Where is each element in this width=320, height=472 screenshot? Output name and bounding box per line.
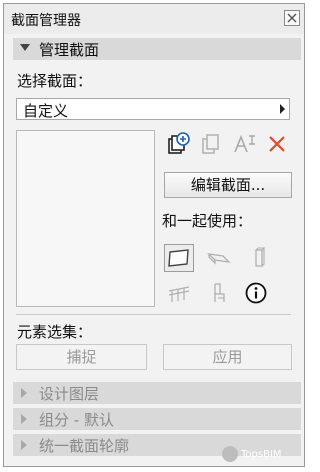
section-header-design-layer[interactable]: 设计图层: [13, 382, 301, 404]
section-header-components[interactable]: 组分 - 默认: [13, 408, 301, 430]
expand-right-icon: [21, 440, 27, 450]
section-dropdown[interactable]: 自定义: [16, 98, 290, 120]
section-header-label: 设计图层: [39, 385, 100, 403]
watermark-logo-icon: [222, 446, 238, 462]
section-header-label: 管理截面: [39, 41, 100, 59]
duplicate-icon[interactable]: [199, 132, 223, 156]
section-header-label: 统一截面轮廓: [39, 437, 130, 455]
window-title: 截面管理器: [11, 13, 81, 29]
railing-icon[interactable]: [167, 281, 191, 305]
watermark-text: TopsBIM: [241, 449, 282, 460]
delete-icon[interactable]: [265, 132, 289, 156]
close-icon[interactable]: [284, 10, 300, 26]
column-icon[interactable]: [247, 246, 271, 270]
divider: [16, 314, 291, 315]
expand-down-icon: [20, 44, 30, 51]
rename-icon[interactable]: [232, 132, 256, 156]
edit-section-button[interactable]: 编辑截面...: [164, 172, 292, 198]
expand-right-icon: [21, 414, 27, 424]
dropdown-value: 自定义: [23, 102, 69, 120]
select-section-label: 选择截面：: [17, 72, 93, 90]
section-header-label: 组分 - 默认: [39, 411, 114, 429]
wall-icon[interactable]: [164, 244, 194, 272]
chair-icon[interactable]: [207, 281, 231, 305]
capture-button[interactable]: 捕捉: [16, 344, 147, 370]
title-bar[interactable]: 截面管理器: [4, 4, 304, 34]
info-icon[interactable]: [244, 281, 268, 305]
section-manager-window: 截面管理器 管理截面 选择截面： 自定义 编辑截面... 和一起使用： 元素选集…: [3, 3, 305, 467]
expand-right-icon: [21, 388, 27, 398]
elements-selection-label: 元素选集：: [17, 323, 93, 341]
section-header-manage[interactable]: 管理截面: [13, 38, 301, 60]
use-with-label: 和一起使用：: [162, 212, 253, 230]
section-list[interactable]: [16, 130, 155, 307]
new-section-icon[interactable]: [166, 132, 190, 156]
apply-button[interactable]: 应用: [163, 344, 292, 370]
beam-icon[interactable]: [207, 246, 231, 270]
chevron-right-icon: [280, 104, 285, 114]
